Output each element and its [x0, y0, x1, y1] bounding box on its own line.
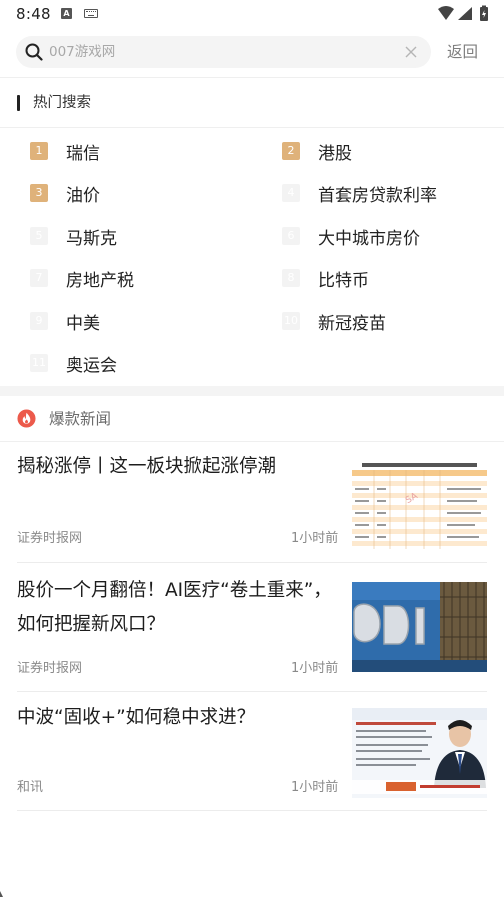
- rank-badge: 4: [282, 184, 300, 202]
- news-time: 1小时前: [291, 531, 339, 546]
- hot-search-label: 港股: [318, 143, 352, 164]
- news-thumbnail-person-photo: [352, 708, 487, 798]
- news-item-3[interactable]: 中波“固收+”如何稳中求进？ 和讯 1小时前: [0, 691, 504, 811]
- divider: [17, 810, 487, 811]
- rank-badge: 2: [282, 142, 300, 160]
- hot-search-label: 中美: [66, 313, 100, 334]
- news-source: 证券时报网: [17, 661, 83, 676]
- wifi-icon: [438, 6, 454, 20]
- hot-search-title: 热门搜索: [33, 95, 91, 111]
- hot-search-label: 大中城市房价: [318, 228, 420, 249]
- hot-search-label: 房地产税: [66, 270, 134, 291]
- edge-indicator: [0, 891, 3, 897]
- search-icon: [25, 43, 43, 61]
- hot-search-item-9[interactable]: 9 中美: [30, 309, 100, 334]
- news-item-2[interactable]: 股价一个月翻倍！AI医疗“卷土重来”，如何把握新风口？ 证券时报网 1小时前: [0, 562, 504, 692]
- news-time: 1小时前: [291, 661, 339, 676]
- news-source: 证券时报网: [17, 531, 83, 546]
- hot-search-item-3[interactable]: 3 油价: [30, 181, 100, 206]
- search-box[interactable]: [16, 36, 431, 68]
- rank-badge: 7: [30, 269, 48, 287]
- hot-search-label: 油价: [66, 185, 100, 206]
- hot-news-title: 爆款新闻: [49, 410, 112, 428]
- hot-search-item-8[interactable]: 8 比特币: [282, 266, 369, 291]
- cell-signal-icon: [458, 7, 472, 20]
- notification-a-icon: A: [61, 8, 72, 19]
- rank-badge: 8: [282, 269, 300, 287]
- rank-badge: 6: [282, 227, 300, 245]
- rank-badge: 1: [30, 142, 48, 160]
- clear-icon[interactable]: [405, 46, 417, 58]
- status-icons: [438, 5, 488, 21]
- section-divider: [0, 386, 504, 396]
- news-title: 揭秘涨停丨这一板块掀起涨停潮: [17, 456, 277, 477]
- section-title-marker: [17, 95, 20, 111]
- news-thumbnail-building-photo: [352, 582, 487, 672]
- fire-icon: [17, 409, 36, 428]
- hot-search-item-11[interactable]: 11 奥运会: [30, 351, 117, 376]
- hot-search-item-2[interactable]: 2 港股: [282, 139, 352, 164]
- hot-search-label: 首套房贷款利率: [318, 185, 437, 206]
- news-time: 1小时前: [291, 780, 339, 795]
- news-thumbnail-table-image: SA: [352, 461, 487, 551]
- hot-search-label: 马斯克: [66, 228, 117, 249]
- hot-search-item-4[interactable]: 4 首套房贷款利率: [282, 181, 437, 206]
- hot-search-item-1[interactable]: 1 瑞信: [30, 139, 100, 164]
- news-item-1[interactable]: 揭秘涨停丨这一板块掀起涨停潮 证券时报网 1小时前 SA: [0, 441, 504, 562]
- news-title: 中波“固收+”如何稳中求进？: [17, 707, 256, 728]
- rank-badge: 10: [282, 312, 300, 330]
- hot-search-item-6[interactable]: 6 大中城市房价: [282, 224, 420, 249]
- hot-search-label: 瑞信: [66, 143, 100, 164]
- rank-badge: 9: [30, 312, 48, 330]
- hot-search-label: 新冠疫苗: [318, 313, 386, 334]
- divider: [0, 127, 504, 128]
- news-source: 和讯: [17, 780, 44, 795]
- search-input[interactable]: [49, 36, 389, 68]
- back-button[interactable]: 返回: [447, 40, 478, 64]
- hot-search-item-5[interactable]: 5 马斯克: [30, 224, 117, 249]
- rank-badge: 3: [30, 184, 48, 202]
- status-bar: 8:48 A: [0, 0, 504, 28]
- news-title: 股价一个月翻倍！AI医疗“卷土重来”，如何把握新风口？: [17, 580, 332, 635]
- battery-icon: [480, 5, 488, 21]
- divider: [0, 77, 504, 78]
- hot-search-item-10[interactable]: 10 新冠疫苗: [282, 309, 386, 334]
- status-time: 8:48: [16, 5, 51, 23]
- keyboard-icon: [84, 9, 98, 18]
- hot-search-label: 比特币: [318, 270, 369, 291]
- hot-search-label: 奥运会: [66, 355, 117, 376]
- hot-search-item-7[interactable]: 7 房地产税: [30, 266, 134, 291]
- rank-badge: 5: [30, 227, 48, 245]
- rank-badge: 11: [30, 354, 48, 372]
